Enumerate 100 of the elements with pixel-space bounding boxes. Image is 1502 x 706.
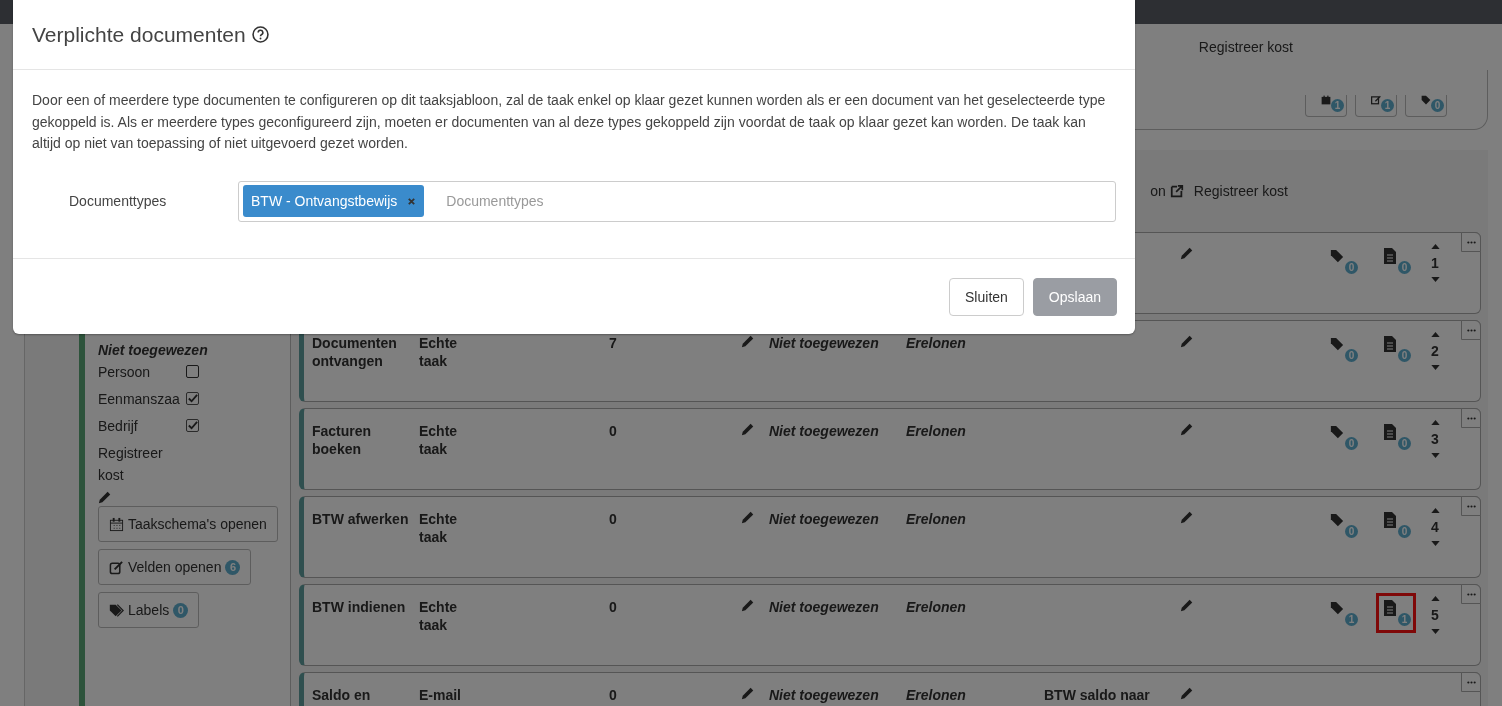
- checkbox[interactable]: [186, 365, 199, 378]
- ellipsis-icon: [1466, 416, 1476, 420]
- pencil-icon[interactable]: [1180, 246, 1194, 260]
- pencil-icon[interactable]: [1180, 334, 1194, 348]
- panel-button[interactable]: Velden openen 6: [98, 549, 252, 585]
- tag-icon: [109, 602, 124, 618]
- documents-counter[interactable]: 0: [1376, 505, 1416, 545]
- task-type: Echte taak: [419, 510, 459, 546]
- documents-counter[interactable]: 1: [1376, 593, 1416, 633]
- panel-button[interactable]: Labels 0: [98, 592, 200, 628]
- pencil-icon[interactable]: [741, 422, 755, 436]
- caret-up-icon[interactable]: [1430, 244, 1440, 249]
- ellipsis-icon: [1466, 680, 1476, 684]
- task-assignee: Niet toegewezen: [769, 599, 879, 615]
- caret-up-icon[interactable]: [1430, 420, 1440, 425]
- section-link[interactable]: Registreer kost: [1193, 183, 1288, 199]
- caret-down-icon[interactable]: [1430, 365, 1440, 370]
- caret-down-icon[interactable]: [1430, 629, 1440, 634]
- task-category: Erelonen: [906, 423, 966, 439]
- field-label: Documenttypes: [68, 193, 168, 209]
- pencil-icon[interactable]: [1180, 422, 1194, 436]
- count-badge: 0: [1431, 99, 1444, 112]
- labels-counter[interactable]: 0: [1323, 505, 1363, 545]
- task-count: 0: [609, 599, 617, 615]
- count-badge: 0: [1345, 349, 1358, 362]
- selected-tag: BTW - Ontvangstbewijs: [243, 185, 425, 217]
- caret-down-icon[interactable]: [1430, 277, 1440, 282]
- registreer-kost-label: Registreer kost: [98, 444, 164, 485]
- caret-up-icon[interactable]: [1430, 596, 1440, 601]
- panel-button[interactable]: Taakschema's openen: [98, 506, 278, 542]
- task-name: Facturen boeken: [312, 422, 373, 458]
- documents-counter[interactable]: 0: [1376, 417, 1416, 457]
- dialog-button[interactable]: Sluiten: [949, 277, 1024, 316]
- task-type: Echte taak: [419, 334, 459, 370]
- tag-select[interactable]: BTW - Ontvangstbewijs Documenttypes: [238, 180, 1116, 222]
- tag-icon: [1330, 424, 1344, 440]
- pencil-icon[interactable]: [741, 598, 755, 612]
- count-badge: 1: [1345, 613, 1358, 626]
- task-name: Documenten ontvangen: [312, 334, 398, 370]
- document-icon: [1383, 248, 1397, 264]
- labels-counter[interactable]: 0: [1323, 241, 1363, 281]
- counter-button[interactable]: 0: [1405, 95, 1447, 117]
- documents-counter[interactable]: 0: [1376, 329, 1416, 369]
- section-link[interactable]: on: [1150, 183, 1184, 199]
- counter-button[interactable]: 1: [1305, 95, 1347, 117]
- checkbox[interactable]: [186, 419, 199, 432]
- task-category: Erelonen: [906, 335, 966, 351]
- task-assignee: Niet toegewezen: [769, 335, 879, 351]
- task-assignee: Niet toegewezen: [769, 423, 879, 439]
- tag-icon: [1420, 95, 1432, 105]
- count-badge: 1: [1381, 99, 1394, 112]
- task-category: Erelonen: [906, 687, 966, 703]
- pencil-icon[interactable]: [1180, 510, 1194, 524]
- task-count: 0: [609, 511, 617, 527]
- checkbox[interactable]: [186, 392, 199, 405]
- task-name: Saldo en: [312, 686, 371, 704]
- count-badge: 0: [1345, 437, 1358, 450]
- edit-icon: [1370, 95, 1382, 105]
- caret-down-icon[interactable]: [1430, 541, 1440, 546]
- pencil-icon[interactable]: [741, 510, 755, 524]
- labels-counter[interactable]: 1: [1323, 593, 1363, 633]
- order-number: 5: [1431, 607, 1439, 623]
- labels-counter[interactable]: 0: [1323, 329, 1363, 369]
- caret-down-icon[interactable]: [1430, 453, 1440, 458]
- calendar-icon: [1320, 95, 1332, 105]
- pencil-icon[interactable]: [741, 686, 755, 700]
- counter-button[interactable]: 1: [1355, 95, 1397, 117]
- task-count: 0: [609, 423, 617, 439]
- order-number: 4: [1431, 519, 1439, 535]
- caret-up-icon[interactable]: [1430, 508, 1440, 513]
- labels-counter[interactable]: 0: [1323, 417, 1363, 457]
- pencil-icon[interactable]: [98, 490, 112, 504]
- assignee-text: Niet toegewezen: [98, 342, 208, 358]
- tag-icon: [1330, 336, 1344, 352]
- document-icon: [1383, 424, 1397, 440]
- count-badge: 1: [1331, 99, 1344, 112]
- documents-counter[interactable]: 0: [1376, 241, 1416, 281]
- dialog-button[interactable]: Opslaan: [1032, 277, 1117, 316]
- edit-icon: [109, 559, 124, 575]
- order-number: 3: [1431, 431, 1439, 447]
- registreer-kost-link[interactable]: Registreer kost: [1198, 39, 1293, 55]
- ellipsis-icon: [1466, 592, 1476, 596]
- order-number: 1: [1431, 255, 1439, 271]
- remove-icon[interactable]: [407, 196, 417, 206]
- count-badge: 0: [1398, 349, 1411, 362]
- count-badge: 0: [1398, 261, 1411, 274]
- search-input[interactable]: Documenttypes: [444, 192, 1115, 210]
- ellipsis-icon: [1466, 240, 1476, 244]
- task-name: BTW afwerken: [312, 510, 409, 528]
- count-badge: 0: [1398, 437, 1411, 450]
- pencil-icon[interactable]: [1180, 686, 1194, 700]
- external-link-icon: [1169, 184, 1184, 198]
- modal-title: Verplichte documenten: [32, 22, 246, 47]
- document-icon: [1383, 512, 1397, 528]
- count-badge: 1: [1398, 613, 1411, 626]
- entity-type-label: Persoon: [98, 363, 152, 380]
- tag-icon: [1330, 600, 1344, 616]
- help-icon[interactable]: [251, 26, 269, 43]
- caret-up-icon[interactable]: [1430, 332, 1440, 337]
- pencil-icon[interactable]: [1180, 598, 1194, 612]
